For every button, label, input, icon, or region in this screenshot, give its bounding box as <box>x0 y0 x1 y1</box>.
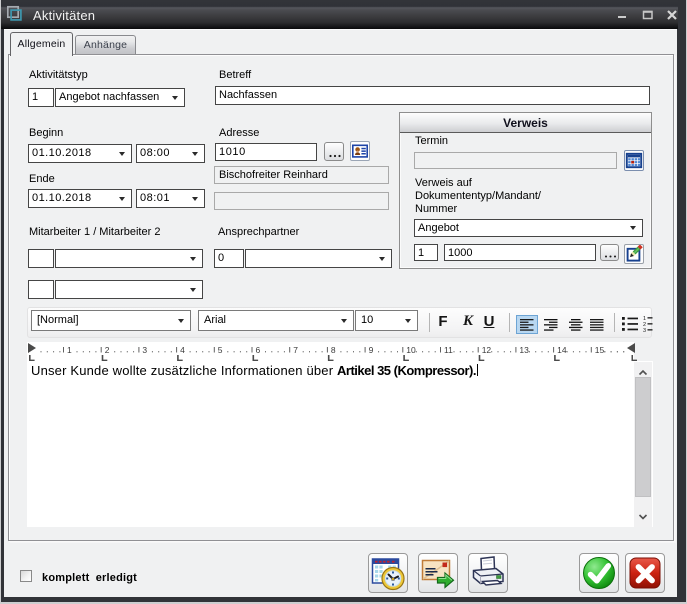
svg-text:13: 13 <box>519 345 529 355</box>
svg-text:4: 4 <box>180 345 185 355</box>
svg-text:8: 8 <box>331 345 336 355</box>
svg-text:5: 5 <box>218 345 223 355</box>
svg-text:14: 14 <box>557 345 567 355</box>
svg-text:3: 3 <box>643 328 646 332</box>
svg-text:9: 9 <box>369 345 374 355</box>
svg-text:2: 2 <box>105 345 110 355</box>
svg-text:10: 10 <box>406 345 416 355</box>
svg-text:3: 3 <box>142 345 147 355</box>
svg-text:1: 1 <box>67 345 72 355</box>
svg-text:6: 6 <box>256 345 261 355</box>
svg-text:11: 11 <box>444 345 453 355</box>
svg-text:12: 12 <box>482 345 492 355</box>
svg-text:7: 7 <box>293 345 298 355</box>
svg-text:15: 15 <box>595 345 605 355</box>
